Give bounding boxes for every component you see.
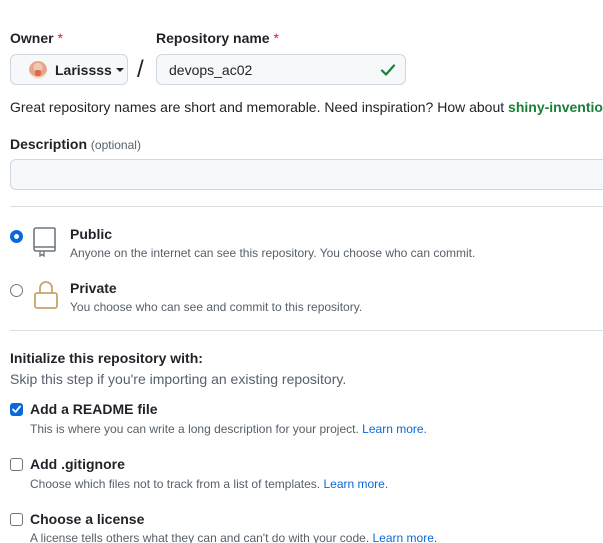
owner-dropdown[interactable]: Larissss: [10, 54, 128, 85]
optional-tag: (optional): [90, 138, 141, 152]
checkmark-icon: [12, 405, 21, 413]
name-suggestion-text: Great repository names are short and mem…: [10, 99, 603, 115]
owner-label: Owner *: [10, 30, 63, 46]
divider: [10, 206, 603, 207]
readme-checkbox[interactable]: [10, 403, 23, 416]
description-input[interactable]: [10, 159, 603, 190]
private-title: Private: [70, 280, 117, 296]
public-description: Anyone on the internet can see this repo…: [70, 246, 476, 260]
readme-learn-more-link[interactable]: Learn more.: [362, 422, 427, 436]
license-title: Choose a license: [30, 511, 145, 527]
lock-icon: [34, 281, 58, 309]
initialize-subtitle: Skip this step if you're importing an ex…: [10, 371, 347, 387]
readme-title: Add a README file: [30, 401, 158, 417]
avatar: [29, 60, 47, 79]
license-checkbox[interactable]: [10, 513, 23, 526]
required-mark: *: [57, 30, 63, 46]
gitignore-learn-more-link[interactable]: Learn more.: [323, 477, 388, 491]
public-radio[interactable]: [10, 230, 23, 243]
gitignore-title: Add .gitignore: [30, 456, 125, 472]
public-title: Public: [70, 226, 113, 242]
owner-repo-separator: /: [137, 56, 144, 83]
repository-name-label: Repository name *: [156, 30, 279, 46]
owner-name: Larissss: [55, 61, 112, 78]
suggested-name-link[interactable]: shiny-invention: [508, 99, 603, 115]
check-icon: [380, 64, 396, 76]
gitignore-description: Choose which files not to track from a l…: [30, 477, 389, 491]
gitignore-checkbox[interactable]: [10, 458, 23, 471]
description-label: Description (optional): [10, 136, 141, 152]
repository-name-value: devops_ac02: [169, 61, 253, 78]
initialize-heading: Initialize this repository with:: [10, 350, 203, 366]
repo-icon: [33, 227, 56, 257]
private-radio[interactable]: [10, 284, 23, 297]
required-mark: *: [273, 30, 279, 46]
repository-name-input[interactable]: devops_ac02: [156, 54, 406, 85]
license-learn-more-link[interactable]: Learn more.: [373, 531, 438, 543]
divider: [10, 330, 603, 331]
caret-down-icon: [115, 67, 124, 72]
license-description: A license tells others what they can and…: [30, 531, 438, 543]
new-repository-form: Owner * Repository name * Larissss / dev…: [0, 0, 603, 543]
private-description: You choose who can see and commit to thi…: [70, 300, 363, 314]
readme-description: This is where you can write a long descr…: [30, 422, 427, 436]
